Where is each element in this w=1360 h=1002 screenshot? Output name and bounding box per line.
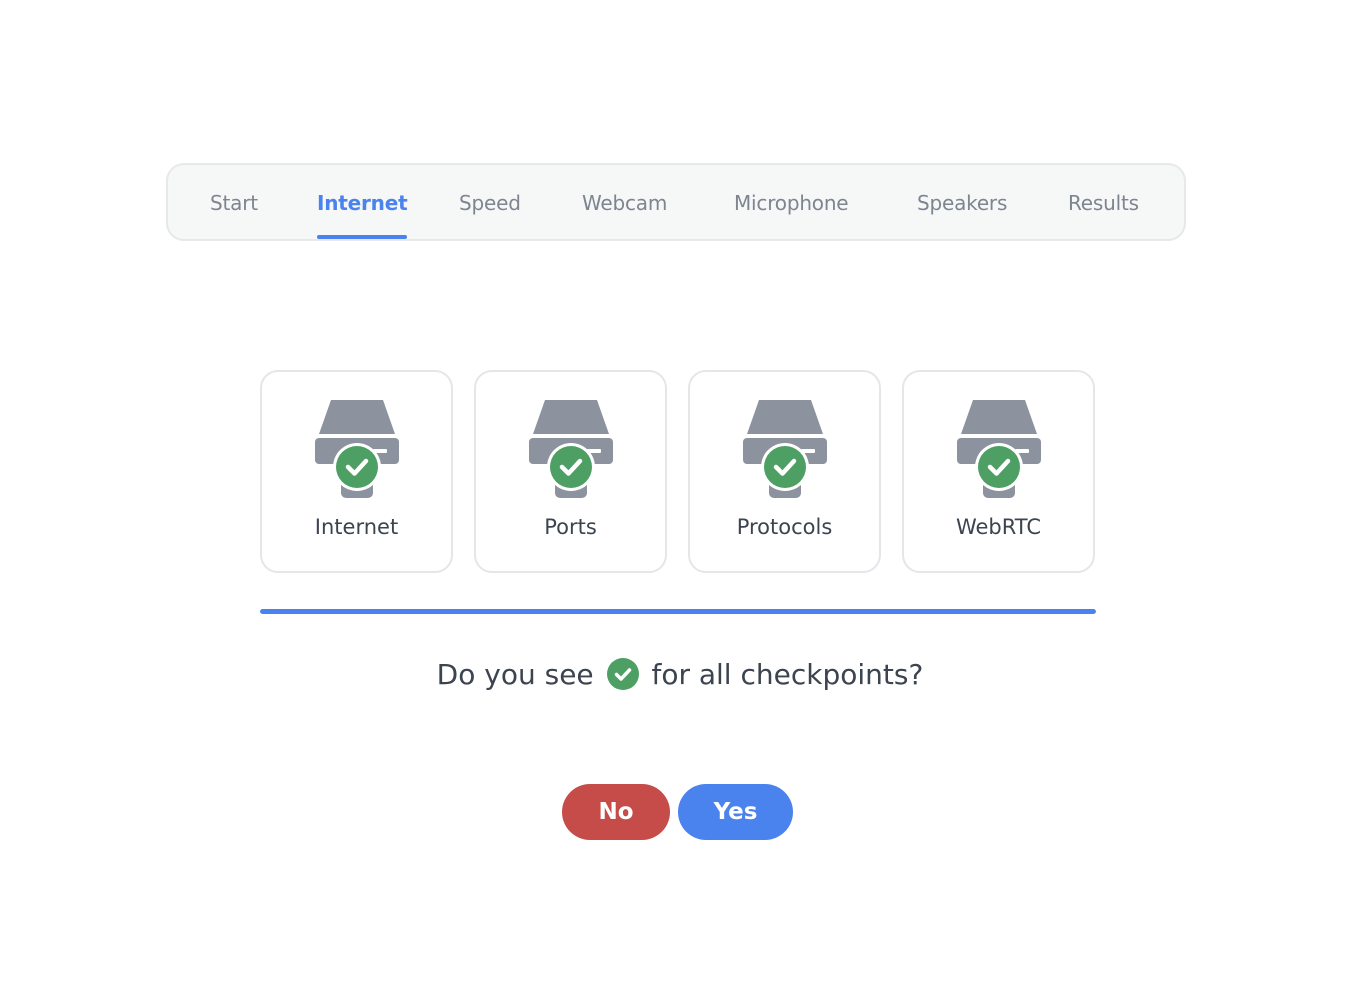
tab-results[interactable]: Results: [1068, 165, 1139, 239]
checkpoint-label: Protocols: [736, 515, 833, 539]
checkpoint-card-ports: Ports: [474, 370, 667, 573]
checkpoint-card-protocols: Protocols: [688, 370, 881, 573]
checkpoint-label: Ports: [544, 515, 597, 539]
tab-webcam[interactable]: Webcam: [582, 165, 667, 239]
tab-speed[interactable]: Speed: [459, 165, 521, 239]
question-text-after: for all checkpoints?: [651, 658, 924, 691]
checkpoint-card-webrtc: WebRTC: [902, 370, 1095, 573]
checkpoint-label: WebRTC: [955, 515, 1042, 539]
confirmation-question: Do you see for all checkpoints?: [0, 658, 1360, 694]
yes-button[interactable]: Yes: [678, 784, 793, 840]
server-check-icon: [315, 400, 399, 498]
checkpoint-card-internet: Internet: [260, 370, 453, 573]
server-check-icon: [529, 400, 613, 498]
tab-speakers[interactable]: Speakers: [917, 165, 1007, 239]
checkpoint-label: Internet: [314, 515, 399, 539]
step-tabs: Start Internet Speed Webcam Microphone S…: [166, 163, 1186, 241]
server-check-icon: [957, 400, 1041, 498]
checkpoint-list: Internet Ports Protocols WebRTC: [260, 370, 1096, 573]
tab-microphone[interactable]: Microphone: [734, 165, 849, 239]
progress-bar: [260, 609, 1096, 614]
server-check-icon: [743, 400, 827, 498]
progress-fill: [260, 609, 1096, 614]
question-text-before: Do you see: [436, 658, 594, 691]
tab-internet[interactable]: Internet: [317, 165, 408, 239]
no-button[interactable]: No: [562, 784, 670, 840]
connection-test-page: Start Internet Speed Webcam Microphone S…: [0, 0, 1360, 1002]
tab-start[interactable]: Start: [210, 165, 258, 239]
green-check-icon: [606, 658, 639, 690]
